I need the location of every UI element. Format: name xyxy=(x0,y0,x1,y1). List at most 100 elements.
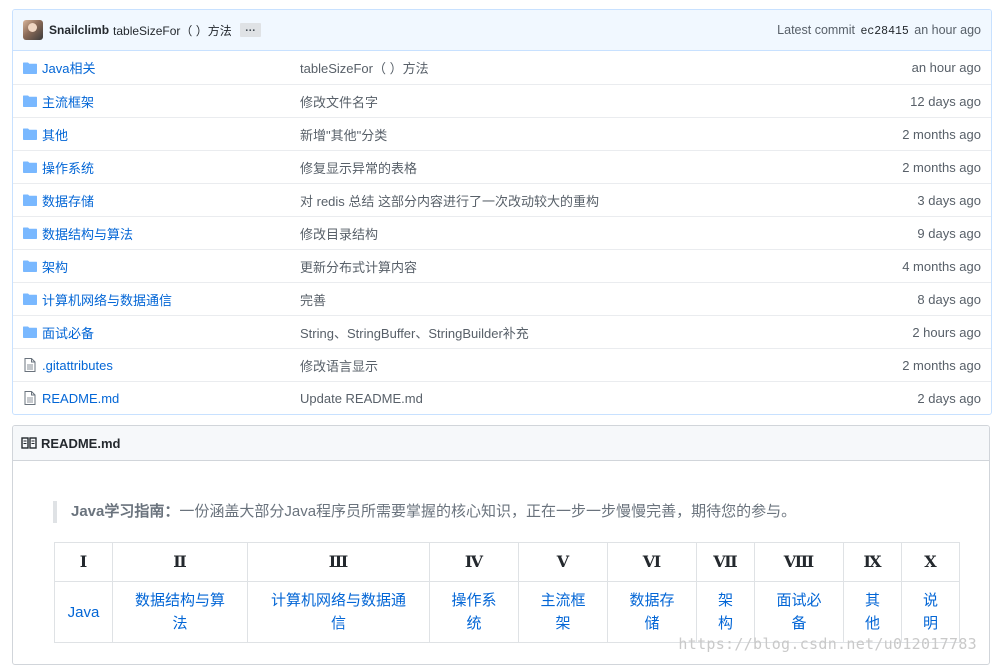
file-commit-age: 12 days ago xyxy=(910,93,981,109)
file-row: README.md Update README.md 2 days ago xyxy=(13,381,991,414)
nav-link-text[interactable]: 面试必 xyxy=(776,592,821,609)
nav-header-8: Ⅷ xyxy=(754,542,844,582)
nav-link-text[interactable]: 说 xyxy=(923,592,938,609)
nav-link-cell-3[interactable]: 计算机网络与数据通信 xyxy=(247,581,430,643)
nav-link-cell-9[interactable]: 其他 xyxy=(843,581,902,643)
file-icon xyxy=(23,391,42,405)
file-name-link[interactable]: Java相关 xyxy=(42,58,300,77)
folder-icon xyxy=(23,226,42,240)
file-name-link[interactable]: 计算机网络与数据通信 xyxy=(42,290,300,309)
commit-sha-link[interactable]: ec28415 xyxy=(860,25,908,38)
nav-link-text-cont[interactable]: 明 xyxy=(923,615,938,632)
nav-link-text-cont[interactable]: 信 xyxy=(331,615,346,632)
folder-icon xyxy=(23,61,42,75)
file-commit-message[interactable]: 修改目录结构 xyxy=(300,224,917,243)
nav-header-4: Ⅳ xyxy=(429,542,519,582)
file-commit-message[interactable]: String、StringBuffer、StringBuilder补充 xyxy=(300,323,912,342)
file-row: Java相关 tableSizeFor（ ）方法 an hour ago xyxy=(13,51,991,84)
watermark: https://blog.csdn.net/u012017783 xyxy=(678,635,977,653)
file-commit-message[interactable]: 对 redis 总结 这部分内容进行了一次改动较大的重构 xyxy=(300,191,917,210)
author-avatar[interactable] xyxy=(23,20,43,40)
nav-link-cell-4[interactable]: 操作系统 xyxy=(429,581,519,643)
latest-commit-bar: Snailclimb tableSizeFor（ ）方法 … Latest co… xyxy=(13,10,991,51)
file-row: 其他 新增"其他"分类 2 months ago xyxy=(13,117,991,150)
folder-icon xyxy=(23,259,42,273)
expand-commit-button[interactable]: … xyxy=(239,23,261,37)
nav-link-cell-2[interactable]: 数据结构与算法 xyxy=(112,581,248,643)
file-commit-message[interactable]: 修复显示异常的表格 xyxy=(300,158,902,177)
nav-header-6: Ⅵ xyxy=(607,542,697,582)
folder-icon xyxy=(23,160,42,174)
file-commit-age: 8 days ago xyxy=(917,291,981,307)
file-commit-age: 4 months ago xyxy=(902,258,981,274)
commit-author[interactable]: Snailclimb xyxy=(49,23,109,37)
nav-link-text-cont[interactable]: 架 xyxy=(555,615,570,632)
file-name-link[interactable]: 面试必备 xyxy=(42,323,300,342)
nav-link-cell-8[interactable]: 面试必备 xyxy=(754,581,844,643)
nav-link-text[interactable]: 数据存 xyxy=(629,592,674,609)
folder-icon xyxy=(23,193,42,207)
file-commit-message[interactable]: 修改文件名字 xyxy=(300,92,910,111)
file-row: 主流框架 修改文件名字 12 days ago xyxy=(13,84,991,117)
latest-commit-info: Latest commit ec28415 an hour ago xyxy=(777,23,981,38)
nav-link-cell-5[interactable]: 主流框架 xyxy=(518,581,608,643)
file-commit-message[interactable]: 更新分布式计算内容 xyxy=(300,257,902,276)
nav-link-cell-1[interactable]: Java xyxy=(54,581,113,643)
nav-link-text[interactable]: 主流框 xyxy=(540,592,585,609)
file-commit-message[interactable]: tableSizeFor（ ）方法 xyxy=(300,58,912,77)
nav-link-text[interactable]: Java xyxy=(68,604,100,621)
file-row: 架构 更新分布式计算内容 4 months ago xyxy=(13,249,991,282)
nav-link-cell-6[interactable]: 数据存储 xyxy=(607,581,697,643)
folder-icon xyxy=(23,127,42,141)
nav-link-text-cont[interactable]: 构 xyxy=(718,615,733,632)
file-row: 面试必备 String、StringBuffer、StringBuilder补充 2… xyxy=(13,315,991,348)
nav-link-text[interactable]: 其 xyxy=(865,592,880,609)
quote-text: 一份涵盖大部分Java程序员所需要掌握的核心知识，正在一步一步慢慢完善，期待您的… xyxy=(179,503,797,520)
nav-link-text-cont[interactable]: 储 xyxy=(644,615,659,632)
nav-link-cell-7[interactable]: 架构 xyxy=(696,581,755,643)
file-commit-age: 2 months ago xyxy=(902,357,981,373)
file-commit-message[interactable]: 新增"其他"分类 xyxy=(300,125,902,144)
nav-link-text-cont[interactable]: 他 xyxy=(865,615,880,632)
file-commit-age: 9 days ago xyxy=(917,225,981,241)
readme-panel: README.md Java学习指南：一份涵盖大部分Java程序员所需要掌握的核… xyxy=(12,425,990,665)
file-row: 操作系统 修复显示异常的表格 2 months ago xyxy=(13,150,991,183)
file-row: 数据结构与算法 修改目录结构 9 days ago xyxy=(13,216,991,249)
file-commit-age: 2 hours ago xyxy=(912,324,981,340)
file-commit-message[interactable]: 修改语言显示 xyxy=(300,356,902,375)
nav-link-text-cont[interactable]: 统 xyxy=(466,615,481,632)
file-list: Java相关 tableSizeFor（ ）方法 an hour ago 主流框架 修改… xyxy=(13,51,991,414)
nav-link-text[interactable]: 计算机网络与数据通 xyxy=(271,592,406,609)
file-commit-age: 2 days ago xyxy=(917,390,981,406)
file-name-link[interactable]: README.md xyxy=(42,391,300,406)
nav-link-text-cont[interactable]: 法 xyxy=(172,615,187,632)
readme-header: README.md xyxy=(13,426,989,461)
nav-link-text[interactable]: 操作系 xyxy=(451,592,496,609)
file-commit-age: 3 days ago xyxy=(917,192,981,208)
file-name-link[interactable]: 数据存储 xyxy=(42,191,300,210)
latest-commit-age: an hour ago xyxy=(914,22,981,37)
file-name-link[interactable]: 数据结构与算法 xyxy=(42,224,300,243)
nav-link-cell-10[interactable]: 说明 xyxy=(901,581,960,643)
file-name-link[interactable]: 主流框架 xyxy=(42,92,300,111)
nav-link-row: Java 数据结构与算法计算机网络与数据通信操作系统主流框架数据存储架构面试必备其… xyxy=(54,581,960,643)
file-row: 计算机网络与数据通信 完善 8 days ago xyxy=(13,282,991,315)
file-name-link[interactable]: 其他 xyxy=(42,125,300,144)
latest-commit-label: Latest commit xyxy=(777,22,855,37)
file-name-link[interactable]: 架构 xyxy=(42,257,300,276)
file-commit-message[interactable]: Update README.md xyxy=(300,391,917,406)
file-name-link[interactable]: 操作系统 xyxy=(42,158,300,177)
commit-message[interactable]: tableSizeFor（ ）方法 xyxy=(113,22,232,39)
file-commit-age: 2 months ago xyxy=(902,159,981,175)
nav-link-text[interactable]: 架 xyxy=(718,592,733,609)
nav-header-7: Ⅶ xyxy=(696,542,755,582)
file-row: .gitattributes 修改语言显示 2 months ago xyxy=(13,348,991,381)
nav-link-text-cont[interactable]: 备 xyxy=(791,615,806,632)
readme-title: README.md xyxy=(41,435,121,451)
file-icon xyxy=(23,358,42,372)
nav-link-text[interactable]: 数据结构与算 xyxy=(135,592,225,609)
file-name-link[interactable]: .gitattributes xyxy=(42,358,300,373)
folder-icon xyxy=(23,325,42,339)
nav-header-5: Ⅴ xyxy=(518,542,608,582)
file-commit-message[interactable]: 完善 xyxy=(300,290,917,309)
